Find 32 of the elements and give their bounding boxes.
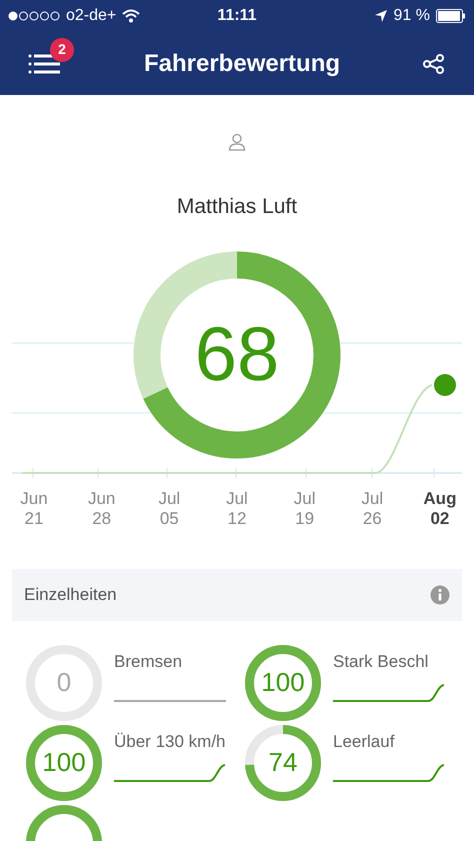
category-label: Bremsen (114, 650, 184, 672)
date-label[interactable]: Jul 26 (352, 488, 392, 528)
battery-icon (436, 9, 466, 23)
score-value: 100 (42, 746, 86, 779)
date-label[interactable]: Jun 28 (82, 488, 122, 528)
driver-name: Matthias Luft (176, 194, 298, 220)
person-icon (228, 133, 246, 151)
status-time: 11:11 (217, 6, 257, 26)
signal-icon (8, 11, 60, 21)
info-icon[interactable] (430, 584, 450, 604)
page-title: Fahrerbewertung (144, 48, 340, 78)
category-label: Leerlauf (333, 730, 396, 752)
details-title: Einzelheiten (24, 584, 117, 606)
menu-icon (28, 54, 62, 74)
score-value: 0 (56, 666, 72, 699)
share-icon (423, 54, 445, 74)
battery-percent: 91 % (394, 6, 430, 26)
overall-score: 68 (194, 316, 280, 392)
date-label[interactable]: Jul 05 (149, 488, 190, 528)
category-label: Stark Beschl (333, 650, 430, 672)
notification-badge: 2 (50, 38, 74, 62)
date-label[interactable]: Jul 19 (284, 488, 325, 528)
wifi-icon (122, 9, 140, 23)
score-value: 74 (268, 746, 298, 779)
share-button[interactable] (422, 52, 446, 76)
location-arrow-icon (374, 9, 388, 23)
date-label[interactable]: Jun 21 (14, 488, 54, 528)
date-label[interactable]: Aug 02 (420, 488, 460, 528)
category-label: Über 130 km/h (114, 730, 226, 752)
score-value: 100 (261, 666, 305, 699)
date-label[interactable]: Jul 12 (216, 488, 257, 528)
carrier-name: o2-de+ (66, 6, 116, 26)
